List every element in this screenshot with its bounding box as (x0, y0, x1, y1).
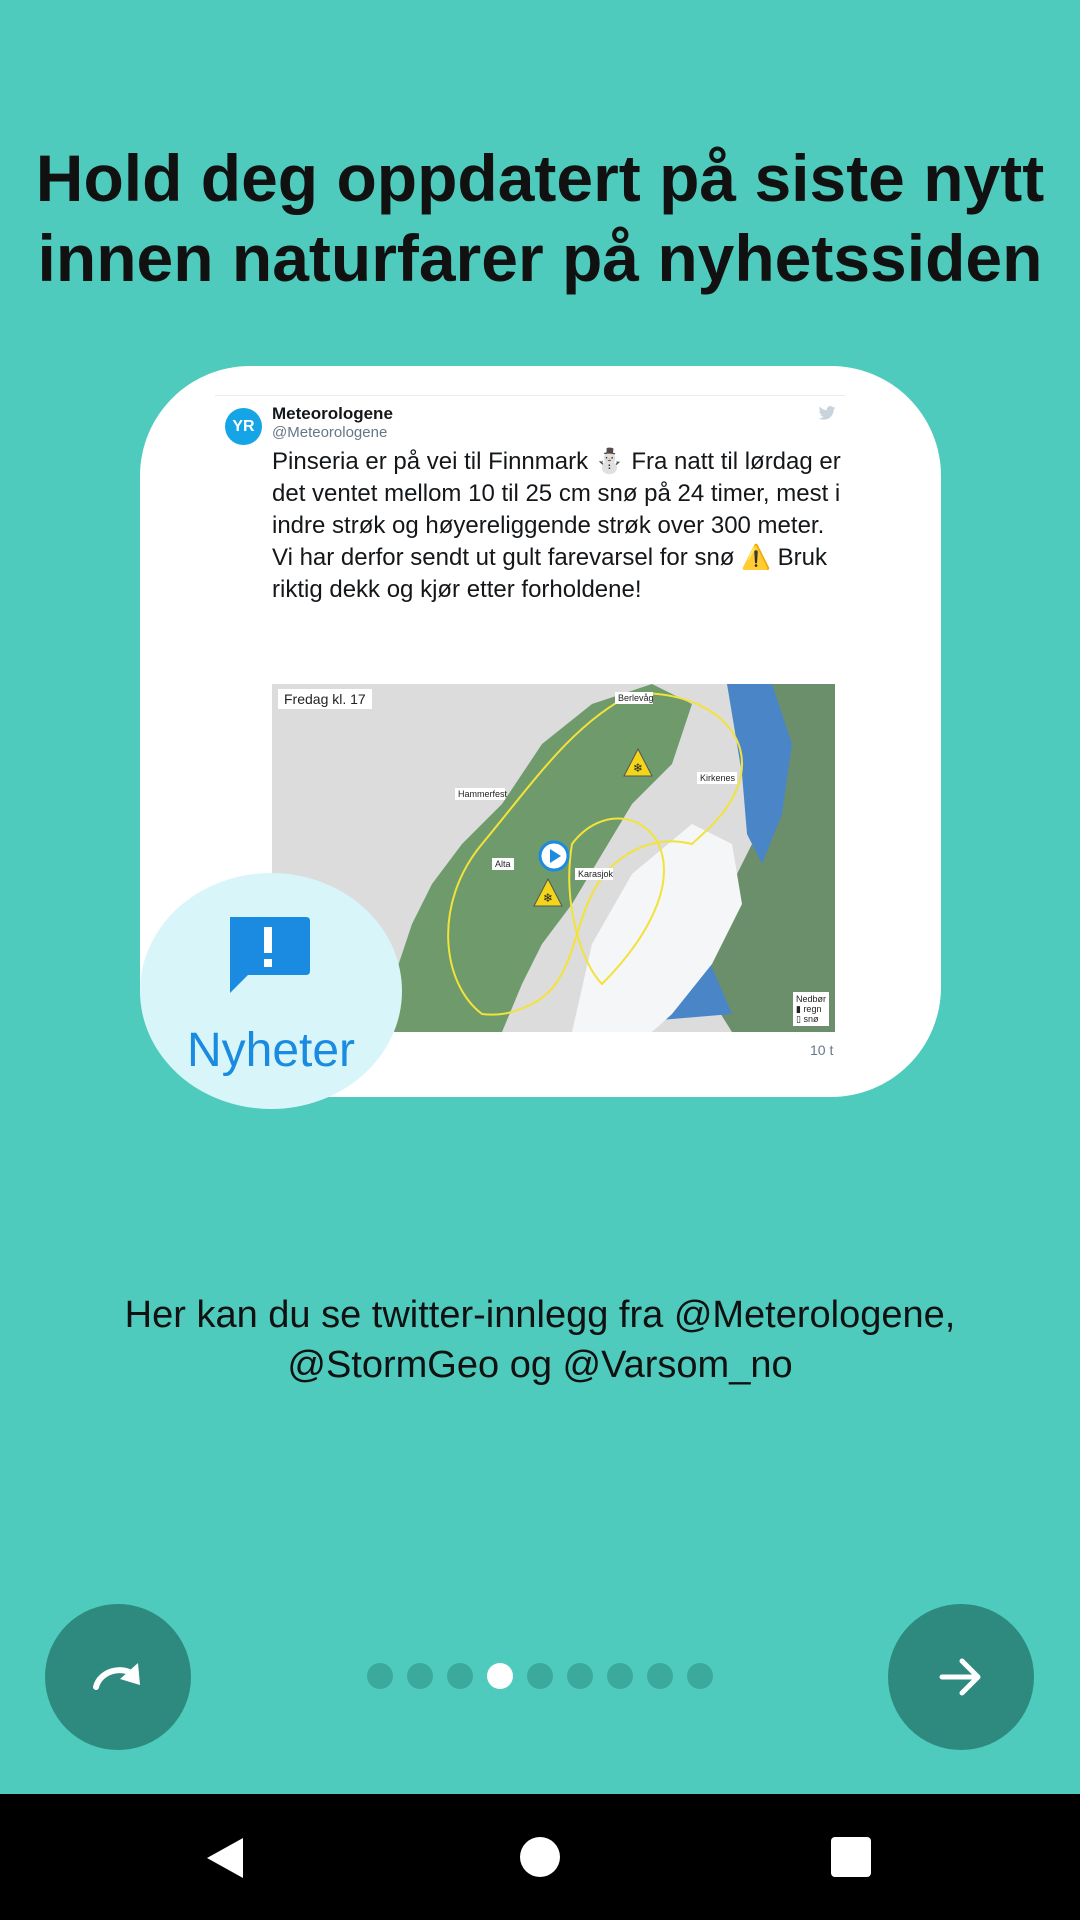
svg-text:Kirkenes: Kirkenes (700, 773, 736, 783)
page-dot (447, 1663, 473, 1689)
news-badge-label: Nyheter (186, 1024, 356, 1077)
svg-text:❄: ❄ (633, 761, 643, 775)
news-alert-icon (230, 917, 310, 993)
legend-item-snow: ▯ snø (795, 1014, 819, 1024)
tweet-time: 10 t (810, 1042, 834, 1058)
page-dot (687, 1663, 713, 1689)
page-indicator (367, 1663, 713, 1689)
svg-text:❄: ❄ (543, 891, 553, 905)
map-timestamp-label: Fredag kl. 17 (278, 689, 372, 709)
svg-text:Alta: Alta (495, 859, 511, 869)
legend-item-rain: ▮ regn (795, 1004, 822, 1014)
svg-text:Karasjok: Karasjok (578, 869, 614, 879)
tweet-author-name: Meteorologene (272, 404, 393, 423)
map-legend: Nedbør ▮ regn ▯ snø (792, 992, 829, 1026)
avatar: YR (225, 408, 262, 445)
svg-text:Hammerfest: Hammerfest (458, 789, 508, 799)
page-dot (407, 1663, 433, 1689)
tweet-text: Pinseria er på vei til Finnmark ⛄ Fra na… (272, 448, 841, 603)
news-badge: Nyheter (140, 873, 402, 1109)
skip-icon (93, 1663, 140, 1690)
svg-text:Berlevåg: Berlevåg (618, 693, 654, 703)
page-title: Hold deg oppdatert på siste nytt innen n… (35, 141, 1045, 295)
legend-title: Nedbør (795, 994, 826, 1004)
skip-button[interactable] (45, 1604, 191, 1750)
page-dot (567, 1663, 593, 1689)
page-dot (527, 1663, 553, 1689)
back-icon[interactable] (205, 1836, 247, 1880)
page-dot (367, 1663, 393, 1689)
divider (215, 395, 845, 396)
description-text: Her kan du se twitter-innlegg fra @Meter… (40, 1290, 1040, 1390)
description-line-1: Her kan du se twitter-innlegg fra @Meter… (124, 1294, 956, 1336)
tweet-author-handle: @Meteorologene (272, 424, 388, 441)
page-dot-active (487, 1663, 513, 1689)
home-icon[interactable] (520, 1837, 560, 1877)
description-line-2: @StormGeo og @Varsom_no (287, 1344, 793, 1386)
system-nav-bar (0, 1794, 1080, 1920)
twitter-bird-icon (818, 406, 836, 420)
page-dot (647, 1663, 673, 1689)
recent-apps-icon[interactable] (831, 1837, 871, 1877)
next-button[interactable] (888, 1604, 1034, 1750)
arrow-right-icon (939, 1658, 981, 1696)
page-dot (607, 1663, 633, 1689)
